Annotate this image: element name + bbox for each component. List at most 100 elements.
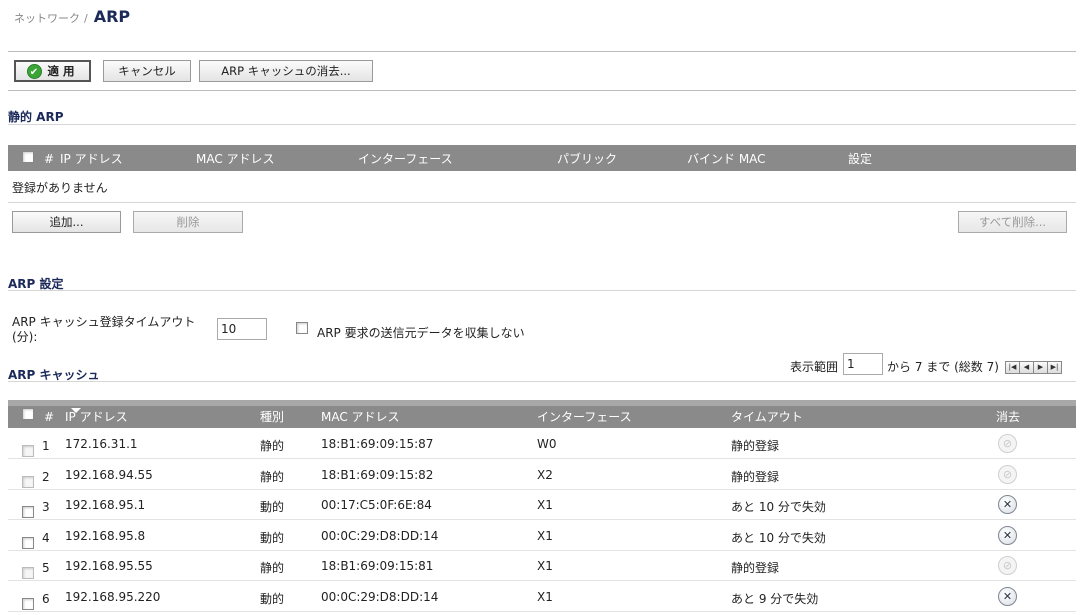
row-ip-address: 192.168.95.1 xyxy=(65,498,146,512)
toolbar: ✔ 適用 キャンセル ARP キャッシュの消去... xyxy=(8,51,1076,91)
breadcrumb-separator: / xyxy=(84,12,88,25)
table-row: 4 192.168.95.8 動的 00:0C:29:D8:DD:14 X1 あと 10 … xyxy=(8,520,1076,551)
row-interface: X1 xyxy=(537,528,553,543)
column-interface[interactable]: インターフェース xyxy=(358,150,453,167)
column-mac-address[interactable]: MAC アドレス xyxy=(321,408,400,425)
row-timeout: 静的登録 xyxy=(731,561,780,575)
range-summary: から 7 まで (総数 7) xyxy=(887,360,999,374)
cache-timeout-input[interactable] xyxy=(217,318,267,340)
arp-cache-select-all-checkbox[interactable] xyxy=(22,408,34,420)
check-icon: ✔ xyxy=(26,63,42,79)
pagination: |◀ ◀ ▶ ▶| xyxy=(1005,361,1062,374)
row-interface: X1 xyxy=(537,589,553,604)
row-type: 動的 xyxy=(260,500,285,514)
static-arp-table-header: # IP アドレス MAC アドレス インターフェース パブリック バインド M… xyxy=(8,145,1076,171)
row-type: 静的 xyxy=(260,469,285,484)
row-interface: X1 xyxy=(537,498,553,512)
row-mac-address: 00:0C:29:D8:DD:14 xyxy=(321,528,439,543)
row-checkbox[interactable] xyxy=(22,506,34,518)
row-ip-address: 192.168.94.55 xyxy=(65,467,153,482)
static-arp-select-all-checkbox[interactable] xyxy=(22,151,34,163)
column-interface[interactable]: インターフェース xyxy=(537,408,632,425)
disabled-icon: ⊘ xyxy=(998,464,1017,484)
row-type: 静的 xyxy=(260,561,285,575)
row-ip-address: 192.168.95.8 xyxy=(65,528,146,543)
row-type: 動的 xyxy=(260,530,285,545)
row-num: 2 xyxy=(42,469,50,484)
apply-button-label: 適用 xyxy=(47,64,79,78)
last-page-icon[interactable]: ▶| xyxy=(1047,361,1062,374)
sort-descending-icon xyxy=(71,408,81,413)
row-timeout: 静的登録 xyxy=(731,469,780,484)
column-ip-address[interactable]: IP アドレス xyxy=(60,150,123,167)
row-checkbox[interactable] xyxy=(22,567,34,579)
column-num: # xyxy=(44,152,55,166)
row-timeout: あと 9 分で失効 xyxy=(731,591,819,606)
column-config: 設定 xyxy=(848,152,873,166)
arp-cache-table-header: # IP アドレス 種別 MAC アドレス インターフェース タイムアウト 消去 xyxy=(8,400,1076,428)
close-icon[interactable]: ✕ xyxy=(998,525,1017,545)
add-static-arp-button[interactable]: 追加... xyxy=(12,211,121,233)
page-title: ARP xyxy=(93,7,131,26)
table-row: 1 172.16.31.1 静的 18:B1:69:09:15:87 W0 静的登録 ⊘ xyxy=(8,428,1076,459)
divider xyxy=(8,124,1076,125)
row-timeout: あと 10 分で失効 xyxy=(731,530,826,545)
no-collect-source-data-label: ARP 要求の送信元データを収集しない xyxy=(317,326,525,340)
delete-static-arp-button[interactable]: 削除 xyxy=(133,211,243,233)
row-mac-address: 00:0C:29:D8:DD:14 xyxy=(321,589,439,604)
row-checkbox[interactable] xyxy=(22,536,34,549)
row-ip-address: 172.16.31.1 xyxy=(65,437,138,451)
range-label: 表示範囲 xyxy=(790,360,839,374)
row-interface: X2 xyxy=(537,467,553,482)
row-num: 3 xyxy=(42,500,50,514)
column-delete: 消去 xyxy=(996,410,1021,424)
apply-button[interactable]: ✔ 適用 xyxy=(14,60,91,82)
column-mac-address[interactable]: MAC アドレス xyxy=(196,150,275,167)
delete-all-static-arp-button[interactable]: すべて削除... xyxy=(958,211,1067,233)
column-timeout[interactable]: タイムアウト xyxy=(731,408,803,425)
next-page-icon[interactable]: ▶ xyxy=(1033,361,1048,374)
row-num: 5 xyxy=(42,561,50,575)
table-row: 6 192.168.95.220 動的 00:0C:29:D8:DD:14 X1 あと 9… xyxy=(8,581,1076,612)
cancel-button[interactable]: キャンセル xyxy=(103,60,191,82)
range-start-input[interactable] xyxy=(843,353,883,375)
column-num: # xyxy=(44,410,55,424)
row-mac-address: 18:B1:69:09:15:87 xyxy=(321,437,434,451)
row-mac-address: 18:B1:69:09:15:81 xyxy=(321,559,434,573)
disabled-icon: ⊘ xyxy=(998,434,1017,453)
divider xyxy=(8,381,1076,382)
close-icon[interactable]: ✕ xyxy=(998,586,1017,606)
divider xyxy=(8,290,1076,291)
row-timeout: 静的登録 xyxy=(731,439,780,453)
row-checkbox[interactable] xyxy=(22,597,34,610)
row-ip-address: 192.168.95.220 xyxy=(65,589,161,604)
first-page-icon[interactable]: |◀ xyxy=(1005,361,1020,374)
close-icon[interactable]: ✕ xyxy=(998,495,1017,514)
row-mac-address: 18:B1:69:09:15:82 xyxy=(321,467,434,482)
row-interface: X1 xyxy=(537,559,553,573)
row-checkbox[interactable] xyxy=(22,445,34,457)
column-type[interactable]: 種別 xyxy=(260,408,284,425)
column-public[interactable]: パブリック xyxy=(557,150,617,167)
row-interface: W0 xyxy=(537,437,557,451)
row-num: 6 xyxy=(42,591,50,606)
static-arp-title: 静的 ARP xyxy=(8,110,64,124)
row-type: 動的 xyxy=(260,591,285,606)
no-collect-source-data-checkbox[interactable] xyxy=(296,322,308,334)
cache-timeout-label: ARP キャッシュ登録タイムアウト (分): xyxy=(12,315,196,344)
breadcrumb: ネットワーク / ARP xyxy=(14,7,130,26)
divider xyxy=(8,202,1076,203)
table-row: 3 192.168.95.1 動的 00:17:C5:0F:6E:84 X1 あと 10 … xyxy=(8,489,1076,520)
row-checkbox[interactable] xyxy=(22,475,34,488)
row-num: 1 xyxy=(42,439,50,453)
prev-page-icon[interactable]: ◀ xyxy=(1019,361,1034,374)
flush-arp-cache-button[interactable]: ARP キャッシュの消去... xyxy=(199,60,373,82)
table-row: 2 192.168.94.55 静的 18:B1:69:09:15:82 X2 静的登録 ⊘ xyxy=(8,459,1076,490)
breadcrumb-parent[interactable]: ネットワーク xyxy=(14,10,80,26)
column-bind-mac[interactable]: バインド MAC xyxy=(687,150,766,167)
row-ip-address: 192.168.95.55 xyxy=(65,559,153,573)
row-mac-address: 00:17:C5:0F:6E:84 xyxy=(321,498,432,512)
static-arp-empty-message: 登録がありません xyxy=(12,181,108,195)
row-type: 静的 xyxy=(260,439,285,453)
row-timeout: あと 10 分で失効 xyxy=(731,500,826,514)
